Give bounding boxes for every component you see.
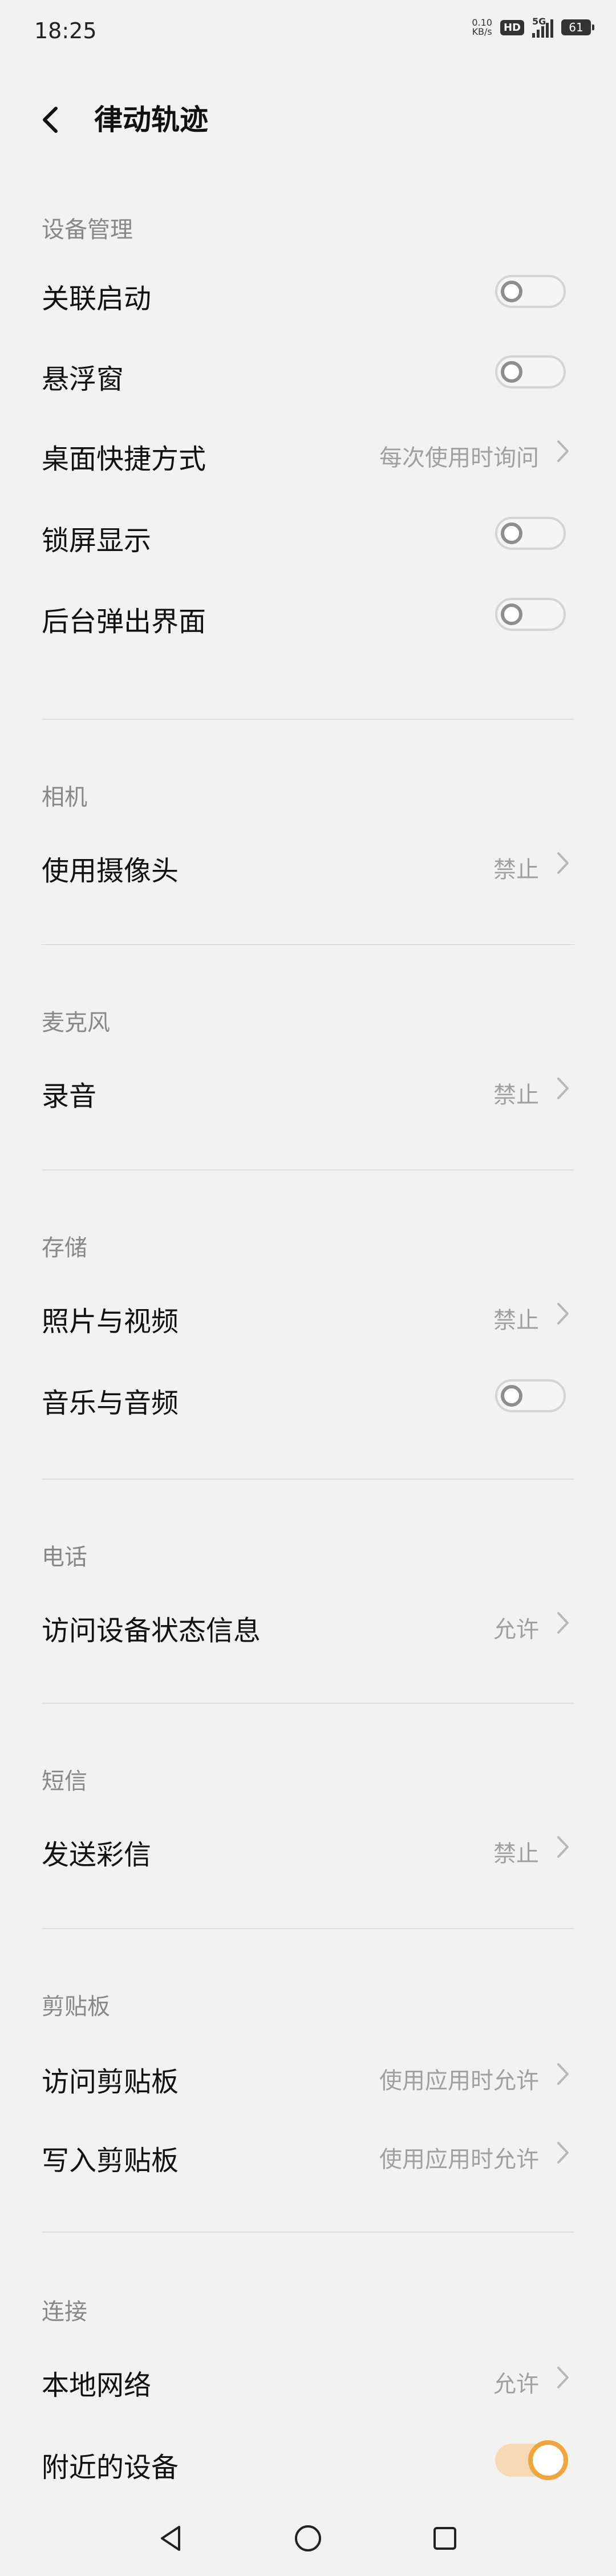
use-camera-label[interactable]: 使用摄像头: [42, 848, 179, 888]
toggle-knob: [501, 523, 522, 544]
nearby-devices-toggle[interactable]: [495, 2440, 568, 2480]
section-label-phone: 电话: [42, 1544, 87, 1570]
use-camera-value[interactable]: 禁止: [493, 851, 539, 884]
section-divider: [42, 719, 574, 720]
device-state-value[interactable]: 允许: [493, 1611, 539, 1644]
battery-icon: 61: [561, 19, 594, 35]
float-window-label: 悬浮窗: [42, 363, 124, 395]
signal-icon: 5G: [532, 16, 553, 38]
section-label-storage: 存储: [42, 1235, 87, 1261]
chevron-right-icon: [557, 1836, 569, 1858]
device-state-label[interactable]: 访问设备状态信息: [42, 1608, 261, 1648]
nav-back-icon[interactable]: [154, 2521, 188, 2555]
shortcut-label[interactable]: 桌面快捷方式: [42, 436, 206, 476]
network-type: 5G: [532, 16, 546, 27]
nearby-devices-label: 附近的设备: [42, 2452, 179, 2484]
toggle-knob: [501, 604, 522, 625]
section-label-clipboard: 剪贴板: [42, 1994, 110, 2020]
toggle-knob: [501, 281, 522, 302]
background-popup-label: 后台弹出界面: [42, 606, 206, 638]
section-divider: [42, 944, 574, 945]
audio-label: 音乐与音频: [42, 1387, 179, 1419]
float-window-toggle[interactable]: [495, 355, 566, 388]
assoc-launch-toggle[interactable]: [495, 275, 566, 308]
chevron-right-icon: [557, 1078, 569, 1099]
section-label-sms: 短信: [42, 1768, 87, 1795]
send-mms-value[interactable]: 禁止: [493, 1835, 539, 1868]
status-time: 18:25: [34, 18, 97, 43]
section-label-connection: 连接: [42, 2299, 87, 2325]
clipboard-read-value[interactable]: 使用应用时允许: [379, 2062, 539, 2095]
section-divider: [42, 1479, 574, 1480]
clipboard-read-label[interactable]: 访问剪贴板: [42, 2059, 179, 2099]
chevron-right-icon: [557, 852, 569, 874]
assoc-launch-label: 关联启动: [42, 283, 152, 315]
background-popup-toggle[interactable]: [495, 598, 566, 631]
back-arrow-icon[interactable]: [34, 103, 68, 137]
chevron-right-icon: [557, 1303, 569, 1325]
audio-toggle[interactable]: [495, 1379, 566, 1412]
record-value[interactable]: 禁止: [493, 1076, 539, 1109]
section-divider: [42, 1928, 574, 1929]
record-label[interactable]: 录音: [42, 1074, 96, 1113]
page-title: 律动轨迹: [94, 103, 208, 136]
local-network-value[interactable]: 允许: [493, 2366, 539, 2399]
section-divider: [42, 2231, 574, 2233]
chevron-right-icon: [557, 2142, 569, 2164]
clipboard-write-label[interactable]: 写入剪贴板: [42, 2138, 179, 2178]
nav-home-icon[interactable]: [291, 2521, 325, 2555]
status-icons: 0.10 KB/s HD 5G 61: [472, 16, 594, 38]
section-divider: [42, 1703, 574, 1704]
photos-label[interactable]: 照片与视频: [42, 1299, 179, 1339]
network-speed-unit: KB/s: [472, 26, 492, 37]
chevron-right-icon: [557, 2063, 569, 2085]
section-label-camera: 相机: [42, 784, 87, 811]
system-nav-bar: [0, 2504, 616, 2576]
toggle-knob: [528, 2440, 568, 2480]
hd-icon: HD: [500, 19, 524, 35]
shortcut-value[interactable]: 每次使用时询问: [379, 439, 539, 472]
network-speed: 0.10 KB/s: [472, 18, 492, 37]
status-bar: 18:25 0.10 KB/s HD 5G 61: [0, 0, 616, 60]
local-network-label[interactable]: 本地网络: [42, 2363, 151, 2403]
chevron-right-icon: [557, 440, 569, 462]
photos-value[interactable]: 禁止: [493, 1302, 539, 1335]
app-header: 律动轨迹: [0, 86, 616, 154]
section-divider: [42, 1169, 574, 1170]
chevron-right-icon: [557, 1612, 569, 1634]
toggle-knob: [501, 1385, 522, 1407]
chevron-right-icon: [557, 2367, 569, 2388]
send-mms-label[interactable]: 发送彩信: [42, 1832, 151, 1872]
toggle-knob: [501, 361, 522, 383]
section-label-microphone: 麦克风: [42, 1010, 110, 1036]
lock-screen-toggle[interactable]: [495, 517, 566, 550]
nav-recents-icon[interactable]: [428, 2521, 462, 2555]
lock-screen-label: 锁屏显示: [42, 525, 152, 557]
clipboard-write-value[interactable]: 使用应用时允许: [379, 2141, 539, 2174]
section-label-device: 设备管理: [42, 217, 133, 243]
